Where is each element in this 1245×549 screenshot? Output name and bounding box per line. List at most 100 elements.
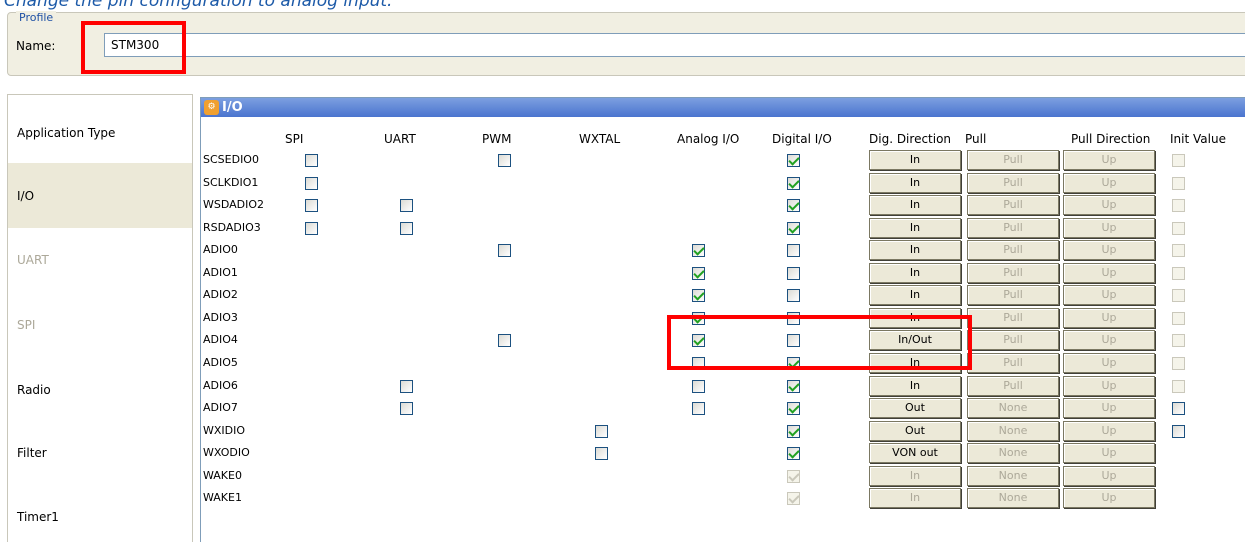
analog-checkbox-adio5[interactable] bbox=[692, 357, 705, 370]
pin-label-adio7: ADIO7 bbox=[203, 401, 238, 414]
analog-checkbox-adio3[interactable] bbox=[692, 312, 705, 325]
direction-button-adio0[interactable]: In bbox=[869, 240, 961, 260]
analog-checkbox-adio2[interactable] bbox=[692, 289, 705, 302]
pull-direction-button-wake1: Up bbox=[1063, 488, 1155, 508]
init-checkbox-sclkdio1 bbox=[1172, 177, 1185, 190]
analog-checkbox-adio7[interactable] bbox=[692, 402, 705, 415]
direction-button-wxodio[interactable]: VON out bbox=[869, 443, 961, 463]
nav-item-application-type[interactable]: Application Type bbox=[8, 100, 192, 165]
pull-direction-button-adio4: Up bbox=[1063, 330, 1155, 350]
init-checkbox-adio1 bbox=[1172, 267, 1185, 280]
analog-checkbox-adio1[interactable] bbox=[692, 267, 705, 280]
pull-direction-button-adio1: Up bbox=[1063, 263, 1155, 283]
init-checkbox-wxidio[interactable] bbox=[1172, 425, 1185, 438]
spi-checkbox-wsdadio2[interactable] bbox=[305, 199, 318, 212]
nav-item-timer1[interactable]: Timer1 bbox=[8, 484, 192, 549]
digital-checkbox-wake1 bbox=[787, 492, 800, 505]
direction-button-adio2[interactable]: In bbox=[869, 285, 961, 305]
instruction-caption: Change the pin configuration to analog i… bbox=[4, 0, 393, 11]
direction-button-adio7[interactable]: Out bbox=[869, 398, 961, 418]
name-label: Name: bbox=[16, 39, 56, 53]
pin-label-adio0: ADIO0 bbox=[203, 243, 238, 256]
init-checkbox-adio0 bbox=[1172, 244, 1185, 257]
pull-direction-button-wxidio: Up bbox=[1063, 421, 1155, 441]
digital-checkbox-adio4[interactable] bbox=[787, 334, 800, 347]
column-header-wxtal: WXTAL bbox=[579, 132, 621, 146]
digital-checkbox-adio5[interactable] bbox=[787, 357, 800, 370]
pin-label-wake1: WAKE1 bbox=[203, 491, 242, 504]
digital-checkbox-adio3[interactable] bbox=[787, 312, 800, 325]
spi-checkbox-rsdadio3[interactable] bbox=[305, 222, 318, 235]
direction-button-sclkdio1[interactable]: In bbox=[869, 173, 961, 193]
digital-checkbox-wxidio[interactable] bbox=[787, 425, 800, 438]
init-checkbox-adio5 bbox=[1172, 357, 1185, 370]
digital-checkbox-scsedio0[interactable] bbox=[787, 154, 800, 167]
direction-button-adio5[interactable]: In bbox=[869, 353, 961, 373]
pull-direction-button-adio5: Up bbox=[1063, 353, 1155, 373]
settings-icon: ⚙ bbox=[204, 100, 219, 115]
digital-checkbox-adio7[interactable] bbox=[787, 402, 800, 415]
digital-checkbox-wxodio[interactable] bbox=[787, 447, 800, 460]
uart-checkbox-rsdadio3[interactable] bbox=[400, 222, 413, 235]
pin-label-wxodio: WXODIO bbox=[203, 446, 250, 459]
nav-item-i-o[interactable]: I/O bbox=[8, 163, 192, 228]
pull-direction-button-scsedio0: Up bbox=[1063, 150, 1155, 170]
pin-label-adio4: ADIO4 bbox=[203, 333, 238, 346]
pwm-checkbox-adio4[interactable] bbox=[498, 334, 511, 347]
pin-label-adio3: ADIO3 bbox=[203, 311, 238, 324]
pull-button-scsedio0: Pull bbox=[967, 150, 1059, 170]
analog-checkbox-adio6[interactable] bbox=[692, 380, 705, 393]
direction-button-adio6[interactable]: In bbox=[869, 376, 961, 396]
init-checkbox-adio4 bbox=[1172, 334, 1185, 347]
digital-checkbox-adio1[interactable] bbox=[787, 267, 800, 280]
pull-direction-button-wsdadio2: Up bbox=[1063, 195, 1155, 215]
uart-checkbox-wsdadio2[interactable] bbox=[400, 199, 413, 212]
init-checkbox-adio7[interactable] bbox=[1172, 402, 1185, 415]
pin-label-adio5: ADIO5 bbox=[203, 356, 238, 369]
pin-label-sclkdio1: SCLKDIO1 bbox=[203, 176, 259, 189]
nav-item-radio[interactable]: Radio bbox=[8, 357, 192, 422]
name-input[interactable]: STM300 bbox=[104, 33, 1245, 57]
profile-legend: Profile bbox=[16, 11, 57, 24]
direction-button-adio3[interactable]: In bbox=[869, 308, 961, 328]
direction-button-rsdadio3[interactable]: In bbox=[869, 218, 961, 238]
init-checkbox-scsedio0 bbox=[1172, 154, 1185, 167]
analog-checkbox-adio4[interactable] bbox=[692, 334, 705, 347]
direction-button-adio1[interactable]: In bbox=[869, 263, 961, 283]
direction-button-wxidio[interactable]: Out bbox=[869, 421, 961, 441]
pull-button-wsdadio2: Pull bbox=[967, 195, 1059, 215]
nav-item-filter[interactable]: Filter bbox=[8, 420, 192, 485]
uart-checkbox-adio7[interactable] bbox=[400, 402, 413, 415]
digital-checkbox-wsdadio2[interactable] bbox=[787, 199, 800, 212]
digital-checkbox-adio0[interactable] bbox=[787, 244, 800, 257]
wxtal-checkbox-wxidio[interactable] bbox=[595, 425, 608, 438]
pull-button-adio2: Pull bbox=[967, 285, 1059, 305]
io-panel-header: ⚙ I/O bbox=[201, 98, 1245, 117]
direction-button-scsedio0[interactable]: In bbox=[869, 150, 961, 170]
init-checkbox-adio2 bbox=[1172, 289, 1185, 302]
nav-item-spi: SPI bbox=[17, 317, 36, 332]
column-header-dig-direction: Dig. Direction bbox=[869, 132, 952, 146]
digital-checkbox-adio2[interactable] bbox=[787, 289, 800, 302]
digital-checkbox-rsdadio3[interactable] bbox=[787, 222, 800, 235]
direction-button-wake0: In bbox=[869, 466, 961, 486]
digital-checkbox-adio6[interactable] bbox=[787, 380, 800, 393]
direction-button-adio4[interactable]: In/Out bbox=[869, 330, 961, 350]
pull-direction-button-adio3: Up bbox=[1063, 308, 1155, 328]
analog-checkbox-adio0[interactable] bbox=[692, 244, 705, 257]
pull-button-wxodio: None bbox=[967, 443, 1059, 463]
spi-checkbox-scsedio0[interactable] bbox=[305, 154, 318, 167]
pin-label-rsdadio3: RSDADIO3 bbox=[203, 221, 261, 234]
pull-direction-button-adio0: Up bbox=[1063, 240, 1155, 260]
digital-checkbox-sclkdio1[interactable] bbox=[787, 177, 800, 190]
direction-button-wsdadio2[interactable]: In bbox=[869, 195, 961, 215]
wxtal-checkbox-wxodio[interactable] bbox=[595, 447, 608, 460]
uart-checkbox-adio6[interactable] bbox=[400, 380, 413, 393]
pwm-checkbox-adio0[interactable] bbox=[498, 244, 511, 257]
pwm-checkbox-scsedio0[interactable] bbox=[498, 154, 511, 167]
spi-checkbox-sclkdio1[interactable] bbox=[305, 177, 318, 190]
pull-button-adio0: Pull bbox=[967, 240, 1059, 260]
pull-button-adio1: Pull bbox=[967, 263, 1059, 283]
pull-button-adio3: Pull bbox=[967, 308, 1059, 328]
pull-button-adio6: Pull bbox=[967, 376, 1059, 396]
